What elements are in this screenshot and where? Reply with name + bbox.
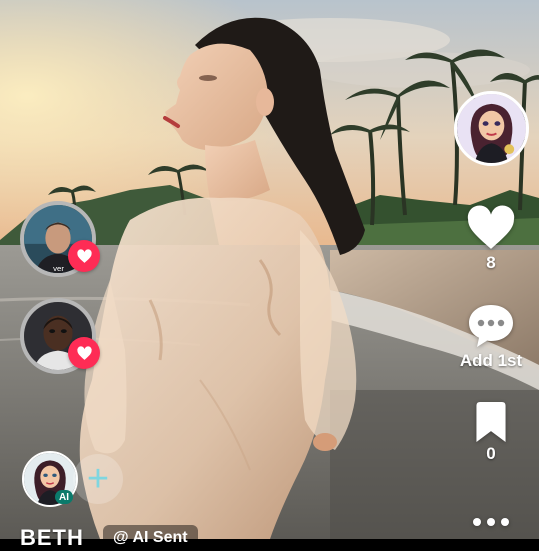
cartoon-avatar-icon [457, 94, 526, 163]
heart-icon [467, 205, 515, 249]
creator-handle[interactable]: @ AI Sent [103, 525, 198, 551]
heart-icon [76, 345, 92, 360]
like-count: 8 [486, 253, 496, 272]
react-heart-button[interactable] [68, 240, 100, 272]
bookmark-button[interactable]: 0 [462, 402, 520, 464]
creator-avatar[interactable] [454, 91, 529, 166]
creator-name[interactable]: BETH [20, 527, 84, 549]
bookmark-icon [476, 402, 506, 442]
react-heart-button[interactable] [68, 337, 100, 369]
heart-icon [76, 248, 92, 263]
svg-text:ver: ver [53, 264, 64, 273]
more-dots-icon [473, 518, 509, 526]
bookmark-count: 0 [486, 444, 496, 463]
comment-count: Add 1st [459, 351, 523, 370]
more-options-button[interactable] [468, 510, 514, 534]
like-button[interactable]: 8 [462, 205, 520, 273]
follow-button[interactable]: + [73, 454, 123, 504]
comment-button[interactable]: Add 1st [452, 303, 530, 371]
comment-bubble-icon [469, 305, 513, 347]
ai-badge: AI [55, 490, 73, 504]
